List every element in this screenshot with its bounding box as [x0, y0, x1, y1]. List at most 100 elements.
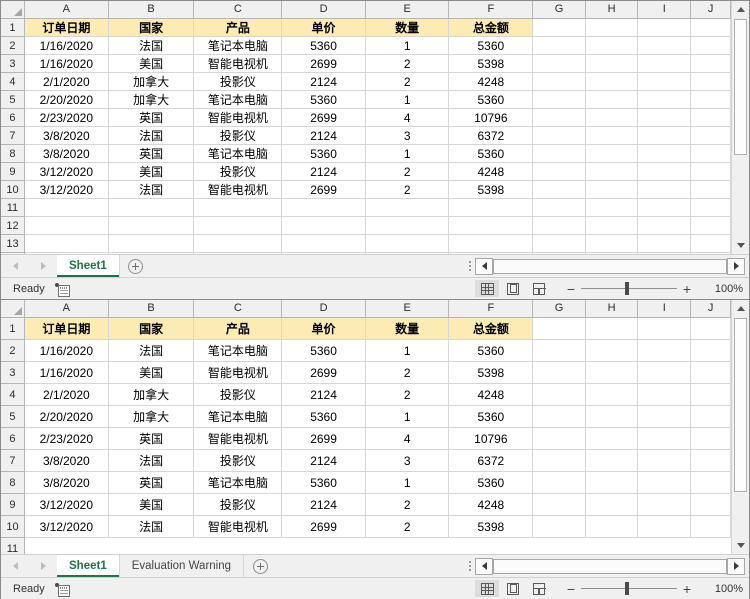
column-header-j[interactable]: J: [690, 300, 731, 318]
vertical-scroll-thumb-bottom[interactable]: [734, 318, 747, 492]
cell-j7[interactable]: [690, 449, 731, 472]
cell-h3[interactable]: [585, 361, 639, 384]
row-header-2[interactable]: 2: [1, 36, 25, 55]
cell-j1[interactable]: [690, 18, 731, 37]
cell-g12[interactable]: [532, 216, 586, 235]
cell-b2[interactable]: 法国: [108, 339, 195, 362]
cell-j10[interactable]: [690, 515, 731, 538]
scroll-left-button-bottom[interactable]: [475, 557, 493, 575]
horizontal-scroll-track-top[interactable]: [493, 258, 727, 274]
cell-b9[interactable]: 美国: [108, 162, 195, 181]
scroll-right-button-bottom[interactable]: [727, 557, 745, 575]
cell-f13[interactable]: [448, 234, 534, 253]
cell-b10[interactable]: 法国: [108, 180, 195, 199]
row-header-9[interactable]: 9: [1, 162, 25, 181]
sheet-tab-sheet1-bottom[interactable]: Sheet1: [57, 555, 120, 577]
view-normal-button-top[interactable]: [475, 280, 499, 297]
cell-h6[interactable]: [585, 427, 639, 450]
cell-i10[interactable]: [637, 180, 692, 199]
view-page-break-button-top[interactable]: [527, 280, 551, 297]
cell-j13[interactable]: [690, 234, 731, 253]
horizontal-split-handle-top[interactable]: [465, 255, 475, 277]
cell-f8[interactable]: 5360: [448, 471, 534, 494]
cell-i10[interactable]: [637, 515, 692, 538]
cell-h11[interactable]: [585, 537, 638, 554]
cell-g9[interactable]: [532, 162, 586, 181]
cell-j5[interactable]: [690, 90, 731, 109]
cell-c12[interactable]: [193, 216, 283, 235]
sheet-tab-evaluation-warning[interactable]: Evaluation Warning: [119, 555, 245, 577]
cell-e9[interactable]: 2: [365, 162, 450, 181]
column-header-i[interactable]: I: [637, 300, 692, 318]
cell-b8[interactable]: 英国: [108, 471, 195, 494]
column-header-f[interactable]: F: [448, 300, 534, 318]
vertical-scrollbar-bottom[interactable]: [731, 300, 749, 554]
tab-nav-prev-icon[interactable]: [12, 562, 18, 570]
cell-b11[interactable]: [108, 198, 195, 217]
cell-g4[interactable]: [532, 383, 586, 406]
cell-b3[interactable]: 美国: [108, 54, 195, 73]
cell-b4[interactable]: 加拿大: [108, 383, 195, 406]
row-header-7[interactable]: 7: [1, 449, 25, 472]
row-header-1[interactable]: 1: [1, 18, 25, 37]
horizontal-scroll-thumb-top[interactable]: [493, 258, 727, 274]
cell-j2[interactable]: [690, 339, 731, 362]
cell-d10[interactable]: 2699: [281, 515, 366, 538]
cell-a5[interactable]: 2/20/2020: [24, 90, 109, 109]
cell-c6[interactable]: 智能电视机: [193, 108, 283, 127]
horizontal-scroll-thumb-bottom[interactable]: [493, 558, 727, 574]
macro-record-icon-bottom[interactable]: [54, 582, 70, 597]
cell-d4[interactable]: 2124: [281, 72, 366, 91]
cell-c2[interactable]: 笔记本电脑: [193, 339, 283, 362]
row-header-10[interactable]: 10: [1, 180, 25, 199]
cell-d4[interactable]: 2124: [281, 383, 366, 406]
cell-c4[interactable]: 投影仪: [193, 72, 283, 91]
row-header-8[interactable]: 8: [1, 144, 25, 163]
cell-e12[interactable]: [365, 216, 450, 235]
cell-e5[interactable]: 1: [365, 90, 450, 109]
column-header-c[interactable]: C: [193, 1, 283, 19]
column-header-e[interactable]: E: [365, 1, 450, 19]
cell-d6[interactable]: 2699: [281, 108, 366, 127]
column-title-c[interactable]: 产品: [193, 18, 283, 37]
cell-d9[interactable]: 2124: [281, 162, 366, 181]
cell-d3[interactable]: 2699: [281, 361, 366, 384]
cell-e3[interactable]: 2: [365, 54, 450, 73]
zoom-slider-handle-top[interactable]: [625, 282, 629, 295]
row-header-9[interactable]: 9: [1, 493, 25, 516]
worksheet-grid-bottom[interactable]: A B C D E F G H I J 1 订单日期 国家 产品 单价 数量 总金额 2 1/16/2020 法国 笔记…: [1, 300, 731, 554]
cell-c7[interactable]: 投影仪: [193, 126, 283, 145]
cell-h4[interactable]: [585, 383, 639, 406]
cell-i6[interactable]: [637, 427, 692, 450]
cell-j3[interactable]: [690, 361, 731, 384]
cell-g9[interactable]: [532, 493, 586, 516]
cell-c2[interactable]: 笔记本电脑: [193, 36, 283, 55]
cell-e11[interactable]: [365, 537, 449, 554]
grid-scroll-top[interactable]: A B C D E F G H I J 1 订单日期 国家 产品 单价 数量 总金额 2 1/16/2020 法国 笔记…: [1, 1, 731, 254]
cell-b9[interactable]: 美国: [108, 493, 195, 516]
zoom-out-button-top[interactable]: −: [563, 282, 579, 296]
select-all-corner[interactable]: [1, 300, 25, 318]
cell-c4[interactable]: 投影仪: [193, 383, 283, 406]
cell-a9[interactable]: 3/12/2020: [24, 162, 109, 181]
horizontal-scroll-track-bottom[interactable]: [493, 558, 727, 574]
cell-d8[interactable]: 5360: [281, 471, 366, 494]
cell-f5[interactable]: 5360: [448, 90, 534, 109]
cell-h2[interactable]: [585, 36, 639, 55]
cell-c13[interactable]: [193, 234, 283, 253]
cell-h9[interactable]: [585, 493, 639, 516]
cell-f4[interactable]: 4248: [448, 72, 534, 91]
cell-e6[interactable]: 4: [365, 427, 450, 450]
cell-f11[interactable]: [448, 198, 534, 217]
cell-d2[interactable]: 5360: [281, 36, 366, 55]
column-title-c[interactable]: 产品: [193, 317, 283, 340]
row-header-5[interactable]: 5: [1, 405, 25, 428]
cell-g10[interactable]: [532, 180, 586, 199]
cell-g3[interactable]: [532, 361, 586, 384]
cell-h3[interactable]: [585, 54, 639, 73]
cell-e4[interactable]: 2: [365, 72, 450, 91]
tab-nav-buttons-bottom[interactable]: [1, 555, 57, 577]
scroll-left-button-top[interactable]: [475, 257, 493, 275]
column-header-d[interactable]: D: [281, 1, 366, 19]
cell-h7[interactable]: [585, 126, 639, 145]
